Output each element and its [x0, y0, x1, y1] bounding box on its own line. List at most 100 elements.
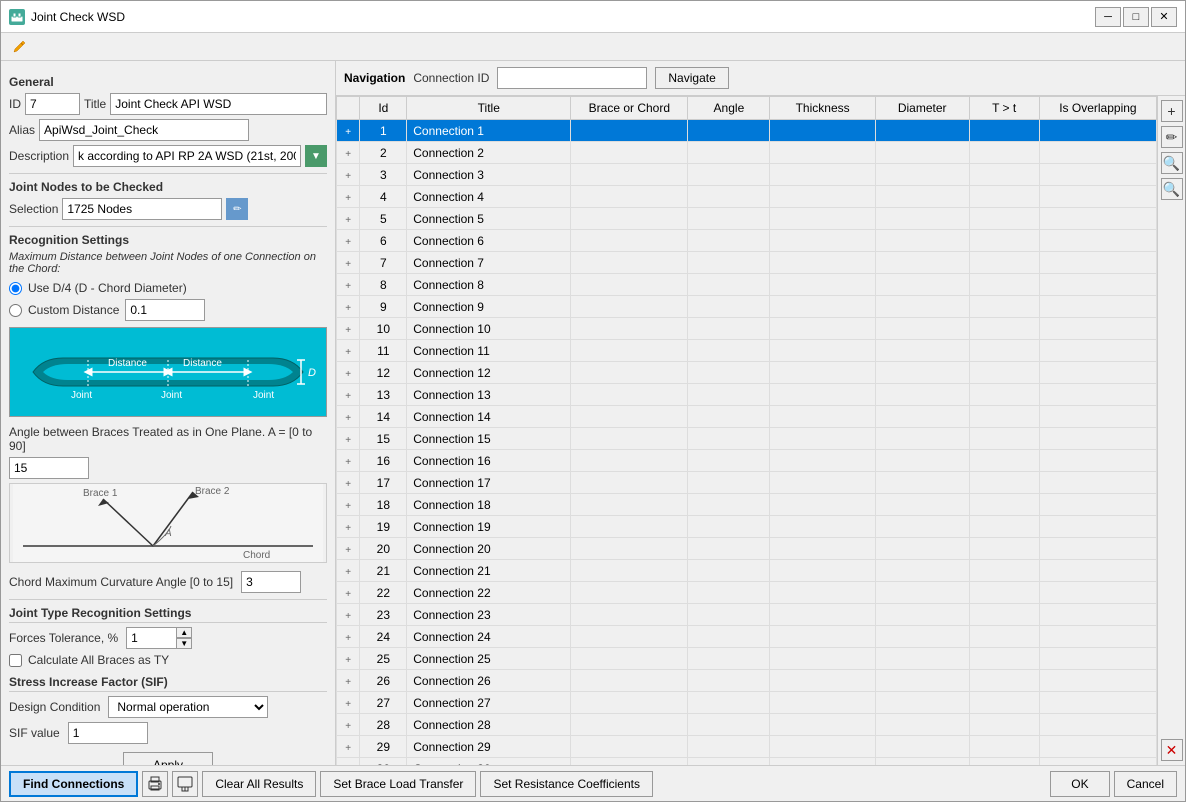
expand-cell[interactable]: + — [337, 208, 360, 230]
expand-cell[interactable]: + — [337, 648, 360, 670]
tolerance-input[interactable] — [126, 627, 176, 649]
table-row[interactable]: + 27 Connection 27 — [337, 692, 1157, 714]
expand-cell[interactable]: + — [337, 340, 360, 362]
expand-cell[interactable]: + — [337, 494, 360, 516]
minimize-button[interactable]: ─ — [1095, 7, 1121, 27]
edit-button[interactable]: ✏ — [1161, 126, 1183, 148]
table-row[interactable]: + 25 Connection 25 — [337, 648, 1157, 670]
apply-button[interactable]: Apply — [123, 752, 213, 765]
delete-button[interactable]: ✕ — [1161, 739, 1183, 761]
expand-cell[interactable]: + — [337, 582, 360, 604]
expand-cell[interactable]: + — [337, 274, 360, 296]
table-row[interactable]: + 13 Connection 13 — [337, 384, 1157, 406]
navigate-button[interactable]: Navigate — [655, 67, 728, 89]
expand-cell[interactable]: + — [337, 472, 360, 494]
table-row[interactable]: + 16 Connection 16 — [337, 450, 1157, 472]
connection-id-cell: 8 — [360, 274, 407, 296]
custom-dist-input[interactable] — [125, 299, 205, 321]
selection-input[interactable] — [62, 198, 222, 220]
expand-cell[interactable]: + — [337, 604, 360, 626]
expand-cell[interactable]: + — [337, 626, 360, 648]
expand-cell[interactable]: + — [337, 362, 360, 384]
expand-cell[interactable]: + — [337, 736, 360, 758]
connection-id-input[interactable] — [497, 67, 647, 89]
table-row[interactable]: + 19 Connection 19 — [337, 516, 1157, 538]
close-button[interactable]: ✕ — [1151, 7, 1177, 27]
selection-edit-button[interactable]: ✏ — [226, 198, 248, 220]
table-row[interactable]: + 23 Connection 23 — [337, 604, 1157, 626]
calc-braces-checkbox[interactable] — [9, 654, 22, 667]
description-input[interactable] — [73, 145, 301, 167]
spinner-up[interactable]: ▲ — [176, 627, 192, 638]
table-row[interactable]: + 17 Connection 17 — [337, 472, 1157, 494]
expand-cell[interactable]: + — [337, 296, 360, 318]
table-row[interactable]: + 26 Connection 26 — [337, 670, 1157, 692]
table-row[interactable]: + 28 Connection 28 — [337, 714, 1157, 736]
table-row[interactable]: + 4 Connection 4 — [337, 186, 1157, 208]
export-icon-button[interactable] — [172, 771, 198, 797]
expand-cell[interactable]: + — [337, 142, 360, 164]
expand-cell[interactable]: + — [337, 538, 360, 560]
ok-button[interactable]: OK — [1050, 771, 1109, 797]
expand-cell[interactable]: + — [337, 516, 360, 538]
table-row[interactable]: + 18 Connection 18 — [337, 494, 1157, 516]
curvature-input[interactable] — [241, 571, 301, 593]
add-button[interactable]: + — [1161, 100, 1183, 122]
design-cond-select[interactable]: Normal operation Storm Extreme — [108, 696, 268, 718]
table-wrapper[interactable]: Id Title Brace or Chord Angle Thickness … — [336, 96, 1157, 765]
expand-cell[interactable]: + — [337, 164, 360, 186]
set-brace-load-transfer-button[interactable]: Set Brace Load Transfer — [320, 771, 476, 797]
expand-cell[interactable]: + — [337, 406, 360, 428]
search-up-button[interactable]: 🔍 — [1161, 152, 1183, 174]
expand-cell[interactable]: + — [337, 252, 360, 274]
id-input[interactable] — [25, 93, 80, 115]
title-input[interactable] — [110, 93, 327, 115]
clear-all-results-button[interactable]: Clear All Results — [202, 771, 316, 797]
expand-cell[interactable]: + — [337, 318, 360, 340]
table-row[interactable]: + 30 Connection 30 — [337, 758, 1157, 766]
cancel-button[interactable]: Cancel — [1114, 771, 1177, 797]
expand-cell[interactable]: + — [337, 230, 360, 252]
table-row[interactable]: + 14 Connection 14 — [337, 406, 1157, 428]
description-expand-button[interactable]: ▼ — [305, 145, 327, 167]
expand-cell[interactable]: + — [337, 384, 360, 406]
find-connections-button[interactable]: Find Connections — [9, 771, 138, 797]
expand-cell[interactable]: + — [337, 428, 360, 450]
table-row[interactable]: + 3 Connection 3 — [337, 164, 1157, 186]
table-row[interactable]: + 7 Connection 7 — [337, 252, 1157, 274]
table-row[interactable]: + 21 Connection 21 — [337, 560, 1157, 582]
custom-dist-radio[interactable] — [9, 304, 22, 317]
expand-cell[interactable]: + — [337, 186, 360, 208]
set-resistance-coefficients-button[interactable]: Set Resistance Coefficients — [480, 771, 653, 797]
table-row[interactable]: + 2 Connection 2 — [337, 142, 1157, 164]
table-row[interactable]: + 1 Connection 1 — [337, 120, 1157, 142]
alias-input[interactable] — [39, 119, 249, 141]
table-row[interactable]: + 15 Connection 15 — [337, 428, 1157, 450]
spinner-down[interactable]: ▼ — [176, 638, 192, 649]
table-row[interactable]: + 12 Connection 12 — [337, 362, 1157, 384]
angle-input[interactable] — [9, 457, 89, 479]
expand-cell[interactable]: + — [337, 692, 360, 714]
table-row[interactable]: + 20 Connection 20 — [337, 538, 1157, 560]
expand-cell[interactable]: + — [337, 758, 360, 766]
table-row[interactable]: + 11 Connection 11 — [337, 340, 1157, 362]
search-down-button[interactable]: 🔍 — [1161, 178, 1183, 200]
expand-cell[interactable]: + — [337, 560, 360, 582]
table-row[interactable]: + 9 Connection 9 — [337, 296, 1157, 318]
print-icon-button[interactable] — [142, 771, 168, 797]
expand-cell[interactable]: + — [337, 450, 360, 472]
table-row[interactable]: + 22 Connection 22 — [337, 582, 1157, 604]
table-row[interactable]: + 5 Connection 5 — [337, 208, 1157, 230]
table-row[interactable]: + 24 Connection 24 — [337, 626, 1157, 648]
expand-cell[interactable]: + — [337, 120, 360, 142]
sif-value-input[interactable] — [68, 722, 148, 744]
pencil-icon[interactable] — [9, 37, 29, 57]
restore-button[interactable]: □ — [1123, 7, 1149, 27]
expand-cell[interactable]: + — [337, 670, 360, 692]
table-row[interactable]: + 10 Connection 10 — [337, 318, 1157, 340]
table-row[interactable]: + 8 Connection 8 — [337, 274, 1157, 296]
use-d4-radio[interactable] — [9, 282, 22, 295]
expand-cell[interactable]: + — [337, 714, 360, 736]
table-row[interactable]: + 6 Connection 6 — [337, 230, 1157, 252]
table-row[interactable]: + 29 Connection 29 — [337, 736, 1157, 758]
